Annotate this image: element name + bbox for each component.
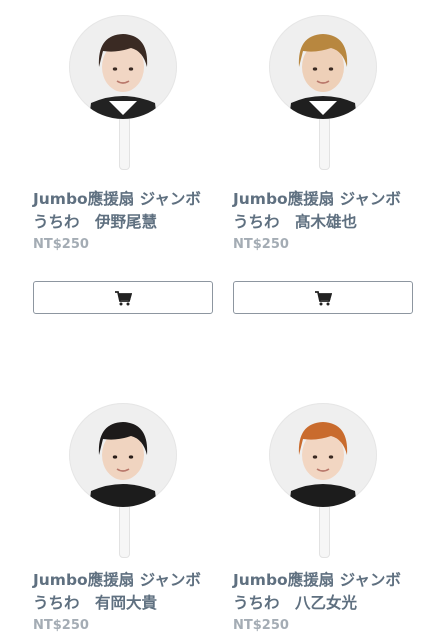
product-title[interactable]: Jumbo應援扇 ジャンボうちわ 有岡大貴	[33, 569, 215, 615]
product-title[interactable]: Jumbo應援扇 ジャンボうちわ 伊野尾慧	[33, 188, 215, 234]
product-card[interactable]: Jumbo應援扇 ジャンボうちわ 有岡大貴 NT$250	[33, 388, 215, 635]
add-to-cart-button[interactable]	[233, 281, 413, 314]
portrait-image	[89, 34, 157, 119]
fan-face	[69, 15, 177, 119]
product-title[interactable]: Jumbo應援扇 ジャンボうちわ 八乙女光	[233, 569, 415, 615]
product-title[interactable]: Jumbo應援扇 ジャンボうちわ 髙木雄也	[233, 188, 415, 234]
add-to-cart-button[interactable]	[33, 281, 213, 314]
product-image[interactable]	[33, 388, 215, 564]
product-image[interactable]	[233, 0, 415, 176]
cart-icon	[115, 290, 132, 305]
cart-icon	[315, 290, 332, 305]
product-price: NT$250	[233, 237, 289, 252]
product-card[interactable]: Jumbo應援扇 ジャンボうちわ 伊野尾慧 NT$250	[33, 0, 215, 314]
product-card[interactable]: Jumbo應援扇 ジャンボうちわ 八乙女光 NT$250	[233, 388, 415, 635]
product-price: NT$250	[233, 618, 289, 633]
product-image[interactable]	[33, 0, 215, 176]
portrait-image	[289, 34, 357, 119]
product-grid: Jumbo應援扇 ジャンボうちわ 伊野尾慧 NT$250 Jumbo應援扇 ジャ…	[0, 0, 448, 640]
portrait-image	[89, 422, 157, 507]
fan-face	[269, 403, 377, 507]
product-price: NT$250	[33, 237, 89, 252]
product-image[interactable]	[233, 388, 415, 564]
product-card[interactable]: Jumbo應援扇 ジャンボうちわ 髙木雄也 NT$250	[233, 0, 415, 314]
fan-face	[269, 15, 377, 119]
product-price: NT$250	[33, 618, 89, 633]
fan-face	[69, 403, 177, 507]
portrait-image	[289, 422, 357, 507]
